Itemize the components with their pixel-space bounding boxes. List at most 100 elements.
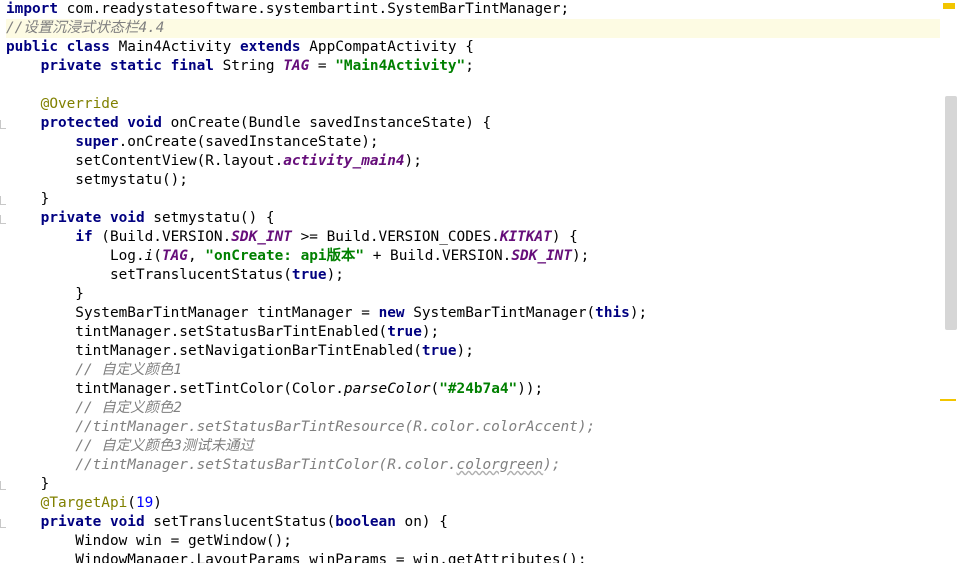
code-line[interactable]: protected void onCreate(Bundle savedInst… xyxy=(6,114,940,133)
code-line[interactable]: private void setmystatu() { xyxy=(6,209,940,228)
code-token: = xyxy=(309,58,336,74)
code-editor[interactable]: import com.readystatesoftware.systembart… xyxy=(0,0,959,563)
code-line[interactable]: } xyxy=(6,190,940,209)
code-token: } xyxy=(6,191,50,207)
code-line[interactable]: private void setTranslucentStatus(boolea… xyxy=(6,513,940,532)
code-token: SDK_INT xyxy=(511,248,572,264)
code-line[interactable]: tintManager.setTintColor(Color.parseColo… xyxy=(6,380,940,399)
code-area[interactable]: import com.readystatesoftware.systembart… xyxy=(6,0,940,563)
code-token: setmystatu() { xyxy=(144,210,275,226)
code-token: public class xyxy=(6,39,110,55)
code-token: // 自定义颜色1 xyxy=(75,362,182,378)
code-token: TAG xyxy=(283,58,310,74)
code-token: ( xyxy=(153,248,162,264)
warning-marker-icon[interactable] xyxy=(943,3,955,9)
code-token: super xyxy=(75,134,119,150)
code-token: activity_main4 xyxy=(283,153,405,169)
code-token: "Main4Activity" xyxy=(335,58,466,74)
code-token: SystemBarTintManager tintManager = xyxy=(6,305,379,321)
code-token: //tintManager.setStatusBarTintColor(R.co… xyxy=(75,457,457,473)
code-line[interactable]: @Override xyxy=(6,95,940,114)
code-token: (Build.VERSION. xyxy=(92,229,232,245)
code-token: ); xyxy=(326,267,344,283)
code-line[interactable]: Log.i(TAG, "onCreate: api版本" + Build.VER… xyxy=(6,247,940,266)
code-token: //tintManager.setStatusBarTintResource(R… xyxy=(75,419,596,435)
code-token: extends xyxy=(239,39,301,55)
code-line[interactable]: setTranslucentStatus(true); xyxy=(6,266,940,285)
code-line[interactable]: //tintManager.setStatusBarTintColor(R.co… xyxy=(6,456,940,475)
code-line[interactable]: @TargetApi(19) xyxy=(6,494,940,513)
code-token: } xyxy=(6,286,84,302)
code-line[interactable]: public class Main4Activity extends AppCo… xyxy=(6,38,940,57)
code-token: ); xyxy=(572,248,590,264)
code-token: ); xyxy=(404,153,422,169)
code-token: private static final xyxy=(40,58,214,74)
code-token: tintManager.setStatusBarTintEnabled( xyxy=(6,324,388,340)
code-token: import xyxy=(6,1,58,17)
code-token: ); xyxy=(456,343,474,359)
code-token: this xyxy=(595,305,630,321)
code-token: Main4Activity xyxy=(109,39,240,55)
code-line[interactable]: // 自定义颜色3测试未通过 xyxy=(6,437,940,456)
code-token: onCreate(Bundle savedInstanceState) { xyxy=(161,115,492,131)
code-line[interactable]: } xyxy=(6,475,940,494)
code-token: //设置沉浸式状态栏4.4 xyxy=(6,20,165,36)
code-token: ); xyxy=(421,324,440,340)
code-token: setTranslucentStatus( xyxy=(6,267,292,283)
code-token: ) xyxy=(153,495,162,511)
code-line[interactable]: // 自定义颜色1 xyxy=(6,361,940,380)
code-token: protected void xyxy=(40,115,162,131)
code-token: setmystatu(); xyxy=(6,172,188,188)
code-line[interactable]: //tintManager.setStatusBarTintResource(R… xyxy=(6,418,940,437)
code-line[interactable]: tintManager.setNavigationBarTintEnabled(… xyxy=(6,342,940,361)
code-line[interactable]: private static final String TAG = "Main4… xyxy=(6,57,940,76)
code-token: WindowManager.LayoutParams winParams = w… xyxy=(6,552,587,563)
code-line[interactable]: SystemBarTintManager tintManager = new S… xyxy=(6,304,940,323)
code-token: ); xyxy=(543,457,561,473)
code-token: tintManager.setNavigationBarTintEnabled( xyxy=(6,343,422,359)
code-token: TAG xyxy=(161,248,188,264)
code-token: true xyxy=(387,324,422,340)
code-token: private void xyxy=(40,210,145,226)
code-line[interactable]: // 自定义颜色2 xyxy=(6,399,940,418)
code-line[interactable] xyxy=(6,76,940,95)
code-line[interactable]: //设置沉浸式状态栏4.4 xyxy=(6,19,940,38)
code-line[interactable]: super.onCreate(savedInstanceState); xyxy=(6,133,940,152)
code-token: tintManager.setTintColor(Color. xyxy=(6,381,344,397)
code-token: Log. xyxy=(6,248,145,264)
code-line[interactable]: setContentView(R.layout.activity_main4); xyxy=(6,152,940,171)
code-token: ; xyxy=(465,58,474,74)
code-token: on) { xyxy=(395,514,448,530)
code-line[interactable]: WindowManager.LayoutParams winParams = w… xyxy=(6,551,940,563)
code-token: // 自定义颜色2 xyxy=(75,400,182,416)
code-token: "#24b7a4" xyxy=(439,381,518,397)
scrollbar-thumb[interactable] xyxy=(945,96,957,330)
code-token: Window win = getWindow(); xyxy=(6,533,292,549)
code-token: setContentView(R.layout. xyxy=(6,153,284,169)
code-token: .onCreate(savedInstanceState); xyxy=(118,134,379,150)
code-line[interactable]: if (Build.VERSION.SDK_INT >= Build.VERSI… xyxy=(6,228,940,247)
code-line[interactable]: setmystatu(); xyxy=(6,171,940,190)
code-line[interactable]: Window win = getWindow(); xyxy=(6,532,940,551)
code-token: 19 xyxy=(135,495,154,511)
code-token: } xyxy=(6,476,50,492)
error-stripe-marker[interactable] xyxy=(940,399,956,401)
code-line[interactable]: } xyxy=(6,285,940,304)
code-token: >= Build.VERSION_CODES. xyxy=(291,229,500,245)
code-token: + Build.VERSION. xyxy=(364,248,512,264)
code-token: SystemBarTintManager( xyxy=(404,305,596,321)
code-token: AppCompatActivity { xyxy=(300,39,474,55)
code-line[interactable]: import com.readystatesoftware.systembart… xyxy=(6,0,940,19)
code-line[interactable]: tintManager.setStatusBarTintEnabled(true… xyxy=(6,323,940,342)
